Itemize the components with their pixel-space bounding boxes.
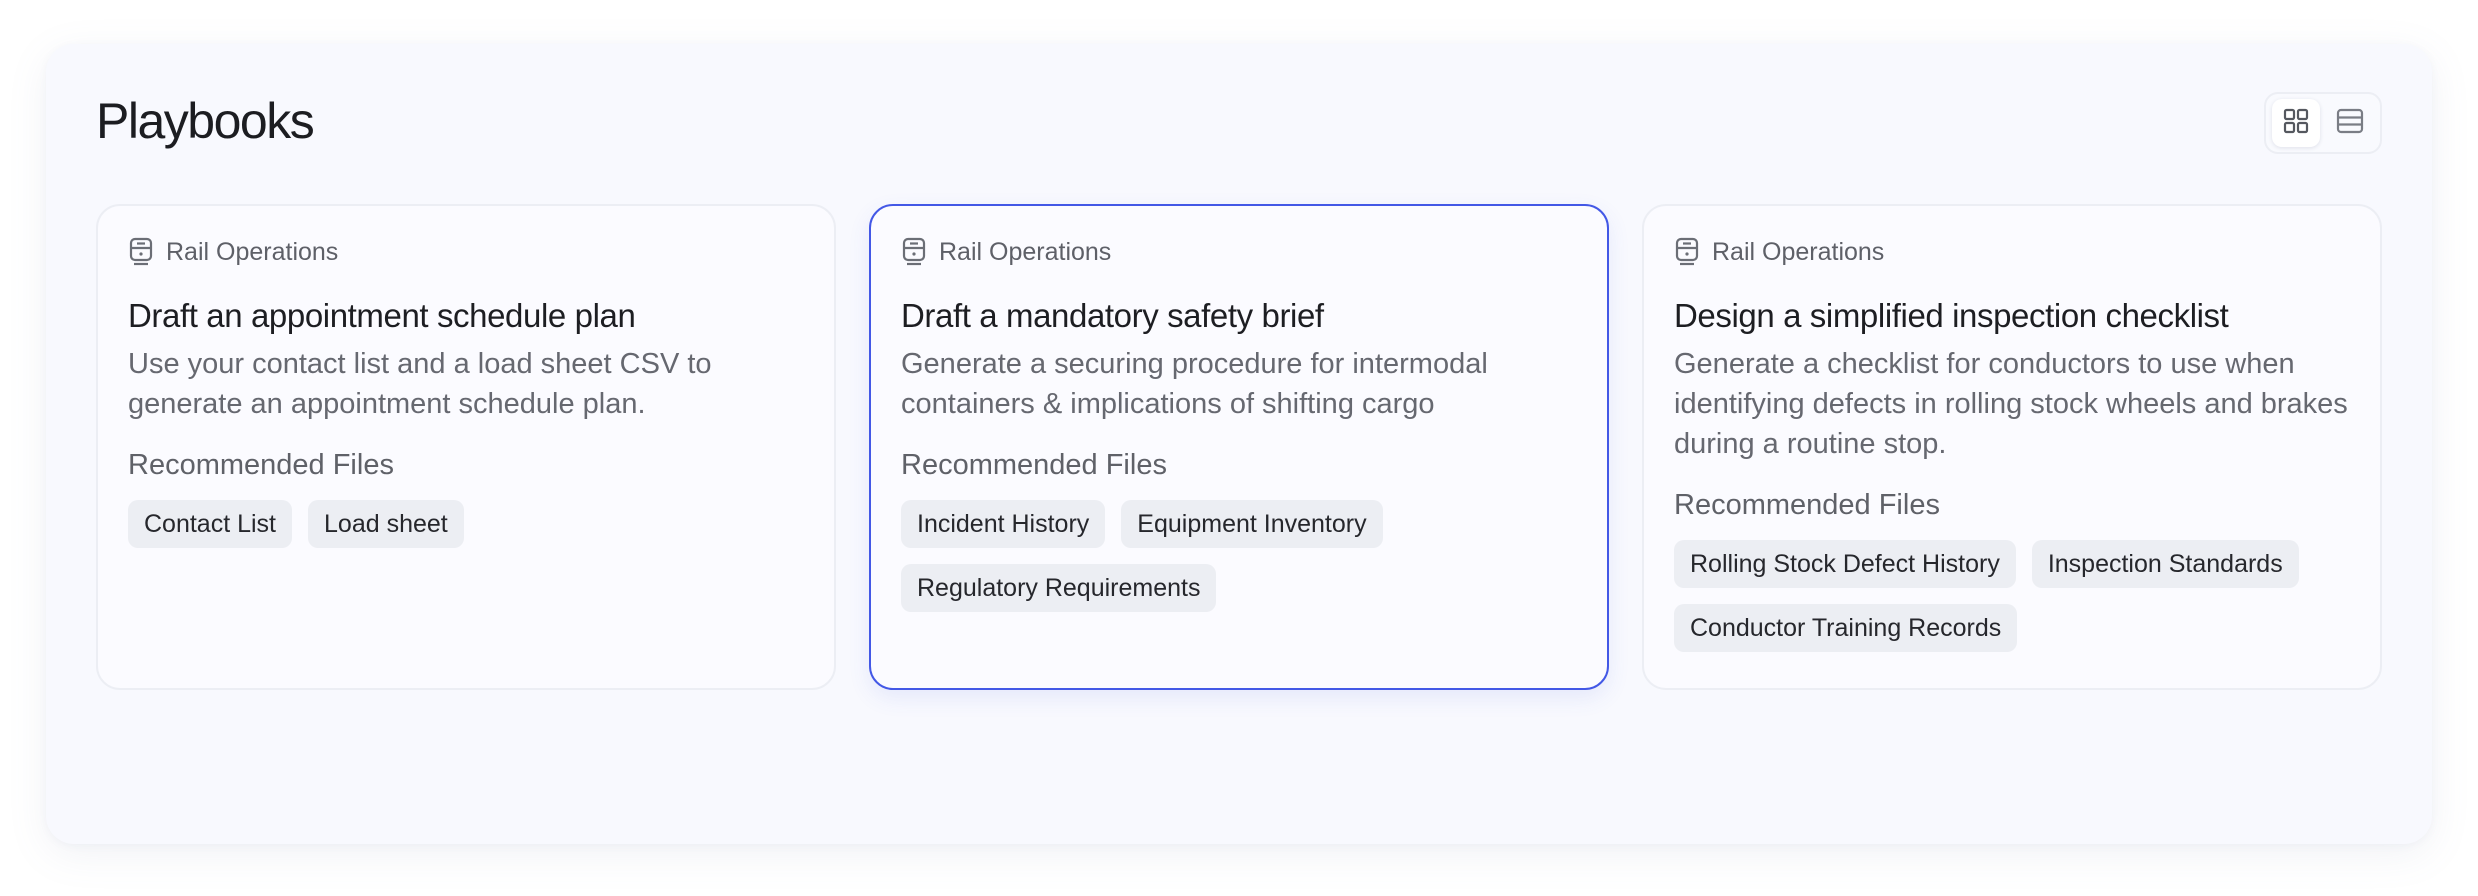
playbooks-panel: Playbooks Rail Operations Draft an appoi… bbox=[46, 44, 2432, 844]
recommended-files: Incident History Equipment Inventory Reg… bbox=[901, 500, 1577, 612]
recommended-files-label: Recommended Files bbox=[901, 449, 1167, 481]
card-description-line: identifying defects in rolling stock whe… bbox=[1674, 388, 2348, 420]
train-icon bbox=[901, 236, 929, 268]
list-view-button[interactable] bbox=[2326, 99, 2374, 147]
card-category: Rail Operations bbox=[128, 236, 804, 268]
recommended-files: Contact List Load sheet bbox=[128, 500, 804, 548]
file-chip[interactable]: Inspection Standards bbox=[2031, 540, 2299, 588]
file-chip[interactable]: Conductor Training Records bbox=[1674, 604, 2018, 652]
card-description: Generate a checklist for conductors to u… bbox=[1674, 344, 2350, 464]
card-description-line: containers & implications of shifting ca… bbox=[901, 388, 1435, 420]
file-chip[interactable]: Load sheet bbox=[308, 500, 464, 548]
file-chip[interactable]: Rolling Stock Defect History bbox=[1674, 540, 2016, 588]
card-category-label: Rail Operations bbox=[1712, 237, 1885, 266]
card-category: Rail Operations bbox=[1674, 236, 2350, 268]
card-description-line: Use your contact list and a load sheet C… bbox=[128, 348, 712, 380]
list-view-icon bbox=[2336, 108, 2364, 139]
card-title: Draft an appointment schedule plan bbox=[128, 297, 636, 334]
train-icon bbox=[1674, 236, 1702, 268]
grid-view-icon bbox=[2283, 108, 2309, 139]
file-chip[interactable]: Contact List bbox=[128, 500, 293, 548]
card-title: Draft a mandatory safety brief bbox=[901, 297, 1324, 334]
view-toggle bbox=[2264, 92, 2382, 154]
card-description: Use your contact list and a load sheet C… bbox=[128, 344, 804, 424]
card-category-label: Rail Operations bbox=[166, 237, 339, 266]
page-title: Playbooks bbox=[96, 93, 315, 149]
recommended-files-label: Recommended Files bbox=[128, 449, 394, 481]
file-chip[interactable]: Incident History bbox=[901, 500, 1106, 548]
card-category-label: Rail Operations bbox=[939, 237, 1112, 266]
card-description-line: during a routine stop. bbox=[1674, 428, 1947, 460]
recommended-files: Rolling Stock Defect History Inspection … bbox=[1674, 540, 2350, 652]
playbook-card[interactable]: Rail Operations Draft an appointment sch… bbox=[96, 204, 836, 690]
card-title: Design a simplified inspection checklist bbox=[1674, 297, 2229, 334]
grid-view-button[interactable] bbox=[2272, 99, 2320, 147]
card-description-line: Generate a checklist for conductors to u… bbox=[1674, 348, 2295, 380]
playbook-card[interactable]: Rail Operations Design a simplified insp… bbox=[1642, 204, 2382, 690]
recommended-files-label: Recommended Files bbox=[1674, 489, 1940, 521]
card-category: Rail Operations bbox=[901, 236, 1577, 268]
playbook-card-selected[interactable]: Rail Operations Draft a mandatory safety… bbox=[869, 204, 1609, 690]
card-description-line: Generate a securing procedure for interm… bbox=[901, 348, 1488, 380]
file-chip[interactable]: Equipment Inventory bbox=[1121, 500, 1383, 548]
file-chip[interactable]: Regulatory Requirements bbox=[901, 564, 1217, 612]
card-description-line: generate an appointment schedule plan. bbox=[128, 388, 646, 420]
playbook-cards: Rail Operations Draft an appointment sch… bbox=[96, 204, 2382, 690]
train-icon bbox=[128, 236, 156, 268]
card-description: Generate a securing procedure for interm… bbox=[901, 344, 1577, 424]
